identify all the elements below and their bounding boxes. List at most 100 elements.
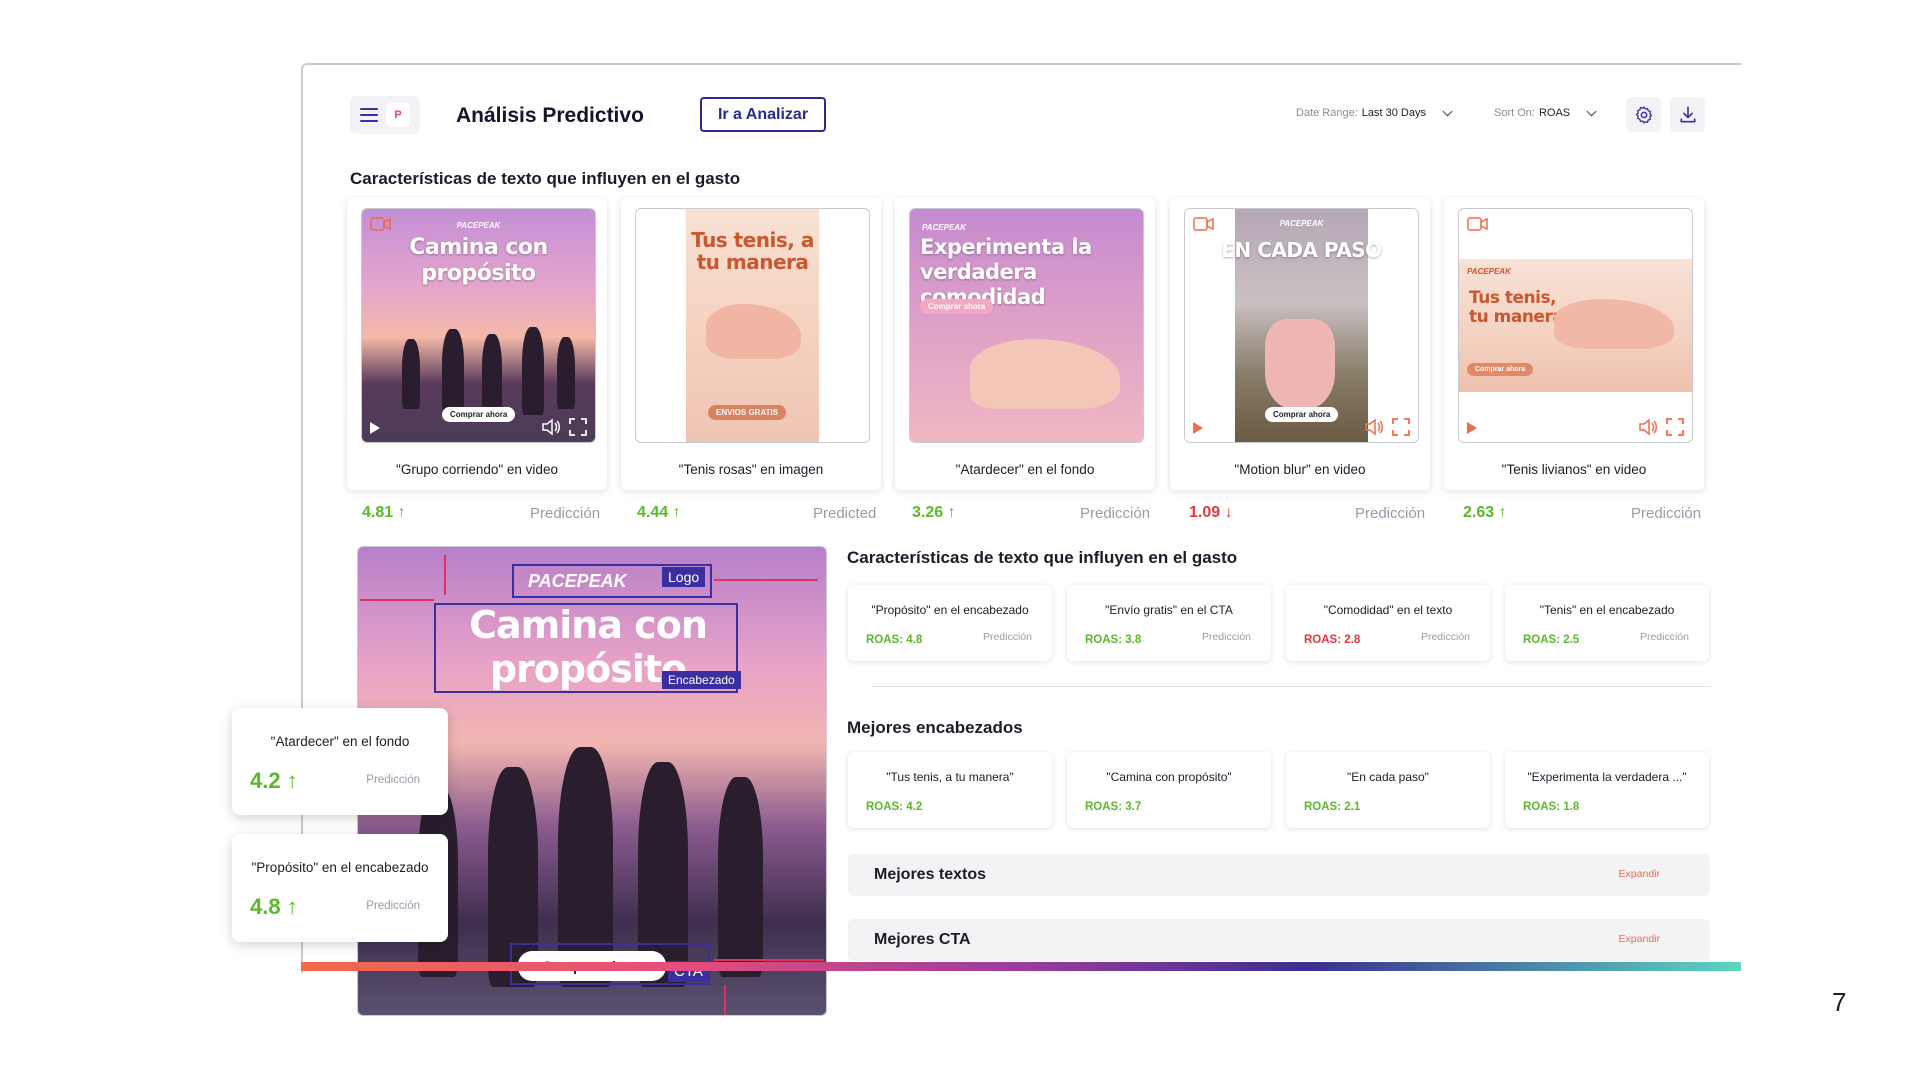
prediction-score: 2.63 ↑ — [1463, 504, 1507, 521]
arrow-up-icon: ↑ — [397, 504, 406, 521]
headline-text: "En cada paso" — [1347, 770, 1429, 784]
insight-title: "Propósito" en el encabezado — [251, 860, 429, 875]
arrow-up-icon: ↑ — [1498, 504, 1507, 521]
feature-card[interactable]: "Propósito" en el encabezado ROAS: 4.8 P… — [848, 585, 1052, 661]
date-range-value: Last 30 Days — [1361, 107, 1426, 119]
creative-card[interactable]: PACEPEAK EN CADA PASO Comprar ahora "Mot… — [1170, 198, 1430, 490]
prediction-label: Predicción — [982, 631, 1032, 643]
menu-icon — [360, 108, 378, 122]
spacing-arrow — [724, 985, 726, 1015]
creative-headline: Camina con propósito — [409, 235, 548, 286]
creative-cta: Comprar ahora — [920, 299, 994, 314]
feature-card[interactable]: "Tenis" en el encabezado ROAS: 2.5 Predi… — [1505, 585, 1709, 661]
insight-card[interactable]: "Propósito" en el encabezado 4.8 ↑ Predi… — [232, 834, 448, 942]
creative-thumbnail[interactable]: PACEPEAK Experimenta la verdadera comodi… — [909, 208, 1144, 443]
headline-card[interactable]: "Tus tenis, a tu manera" ROAS: 4.2 — [848, 752, 1052, 828]
logo-tag: Logo — [662, 567, 706, 587]
creative-label: "Tenis rosas" en imagen — [678, 462, 824, 477]
volume-icon[interactable] — [1364, 418, 1384, 436]
prediction-label: Predicted — [813, 505, 877, 522]
creative-card[interactable]: PACEPEAK Camina con propósito Comprar ah… — [347, 198, 607, 490]
headline-text: "Experimenta la verdadera ..." — [1527, 770, 1687, 784]
insight-score: 4.2 ↑ — [250, 768, 298, 793]
roas-value: ROAS: 1.8 — [1523, 801, 1580, 813]
spacing-arrow — [714, 579, 818, 581]
fullscreen-icon[interactable] — [1666, 418, 1684, 436]
creative-thumbnail[interactable]: PACEPEAK Camina con propósito Comprar ah… — [361, 208, 596, 443]
section-title-best-headlines: Mejores encabezados — [847, 718, 1023, 737]
prediction-label: Predicción — [1631, 505, 1702, 522]
roas-value: ROAS: 4.8 — [866, 634, 923, 646]
creative-cta: Comprar ahora — [1265, 407, 1339, 422]
prediction-score: 1.09 ↓ — [1189, 504, 1233, 521]
creative-label: "Tenis livianos" en video — [1501, 462, 1647, 477]
insight-card[interactable]: "Atardecer" en el fondo 4.2 ↑ Predicción — [232, 708, 448, 815]
accordion-best-cta[interactable]: Mejores CTA Expandir — [848, 919, 1710, 961]
sort-value: ROAS — [1538, 107, 1571, 119]
section-title-features: Características de texto que influyen en… — [350, 169, 741, 188]
headline-text: "Camina con propósito" — [1106, 770, 1232, 784]
brand-logo: PACEPEAK — [922, 223, 966, 232]
feature-text: "Comodidad" en el texto — [1323, 603, 1453, 617]
menu-button[interactable]: P — [350, 96, 420, 134]
spacing-arrow — [444, 555, 446, 595]
arrow-up-icon: ↑ — [947, 504, 956, 521]
analyze-button[interactable]: Ir a Analizar — [700, 97, 826, 132]
headline-card[interactable]: "Camina con propósito" ROAS: 3.7 — [1067, 752, 1271, 828]
video-camera-icon — [370, 217, 391, 231]
feature-card[interactable]: "Envío gratis" en el CTA ROAS: 3.8 Predi… — [1067, 585, 1271, 661]
sort-label: Sort On: — [1494, 107, 1535, 119]
prediction-label: Predicción — [1639, 631, 1689, 643]
feature-text: "Propósito" en el encabezado — [871, 603, 1029, 617]
shoe-image — [1265, 319, 1335, 409]
spacing-arrow — [714, 959, 824, 961]
creative-thumbnail[interactable]: PACEPEAK EN CADA PASO Comprar ahora — [1184, 208, 1419, 443]
creative-cta: Comprar ahora — [1467, 363, 1534, 376]
play-icon[interactable] — [1467, 422, 1477, 434]
divider — [871, 686, 1711, 687]
settings-button[interactable] — [1626, 97, 1661, 132]
fullscreen-icon[interactable] — [1392, 418, 1410, 436]
sort-select[interactable]: Sort On: ROAS — [1494, 106, 1597, 119]
chevron-down-icon — [1442, 106, 1453, 116]
creative-thumbnail[interactable]: Tus tenis, a tu manera ENVIOS GRATIS — [635, 208, 870, 443]
fullscreen-icon[interactable] — [569, 418, 587, 436]
roas-value: ROAS: 2.1 — [1304, 801, 1361, 813]
feature-text: "Envío gratis" en el CTA — [1105, 603, 1233, 617]
creative-label: "Grupo corriendo" en video — [396, 462, 558, 477]
accordion-title: Mejores textos — [874, 866, 987, 883]
creative-card[interactable]: Tus tenis, a tu manera ENVIOS GRATIS "Te… — [621, 198, 881, 490]
date-range-select[interactable]: Date Range: Last 30 Days — [1296, 106, 1453, 119]
prediction-label: Predicción — [1201, 631, 1251, 643]
feature-text: "Tenis" en el encabezado — [1539, 603, 1675, 617]
volume-icon[interactable] — [541, 418, 561, 436]
arrow-down-icon: ↓ — [1224, 504, 1233, 521]
accordion-best-texts[interactable]: Mejores textos Expandir — [848, 854, 1710, 896]
brand-logo: PACEPEAK — [1467, 267, 1511, 276]
creative-headline: Tus tenis, a tu manera — [691, 228, 814, 274]
creative-card[interactable]: PACEPEAK Experimenta la verdadera comodi… — [895, 198, 1155, 490]
workspace-badge: P — [386, 103, 410, 127]
expand-link[interactable]: Expandir — [1619, 868, 1660, 880]
headline-card[interactable]: "En cada paso" ROAS: 2.1 — [1286, 752, 1490, 828]
play-icon[interactable] — [1193, 422, 1203, 434]
creative-thumbnail[interactable]: PACEPEAK Tus tenis, tu manera Comprar ah… — [1458, 208, 1693, 443]
download-button[interactable] — [1670, 97, 1705, 132]
video-camera-icon — [1193, 217, 1214, 231]
headline-tag: Encabezado — [662, 671, 741, 689]
volume-icon[interactable] — [1638, 418, 1658, 436]
play-icon[interactable] — [370, 422, 380, 434]
page-number: 7 — [1832, 987, 1847, 1017]
creative-card[interactable]: PACEPEAK Tus tenis, tu manera Comprar ah… — [1444, 198, 1704, 490]
headline-text: "Tus tenis, a tu manera" — [886, 770, 1014, 784]
creative-headline: EN CADA PASO — [1221, 238, 1382, 262]
page-title: Análisis Predictivo — [456, 104, 644, 127]
headline-card[interactable]: "Experimenta la verdadera ..." ROAS: 1.8 — [1505, 752, 1709, 828]
feature-card[interactable]: "Comodidad" en el texto ROAS: 2.8 Predic… — [1286, 585, 1490, 661]
accordion-title: Mejores CTA — [874, 931, 971, 948]
brand-logo: PACEPEAK — [456, 221, 501, 230]
expand-link[interactable]: Expandir — [1619, 933, 1660, 945]
prediction-label: Predicción — [1080, 505, 1151, 522]
roas-value: ROAS: 4.2 — [866, 801, 923, 813]
roas-value: ROAS: 2.8 — [1304, 634, 1361, 646]
